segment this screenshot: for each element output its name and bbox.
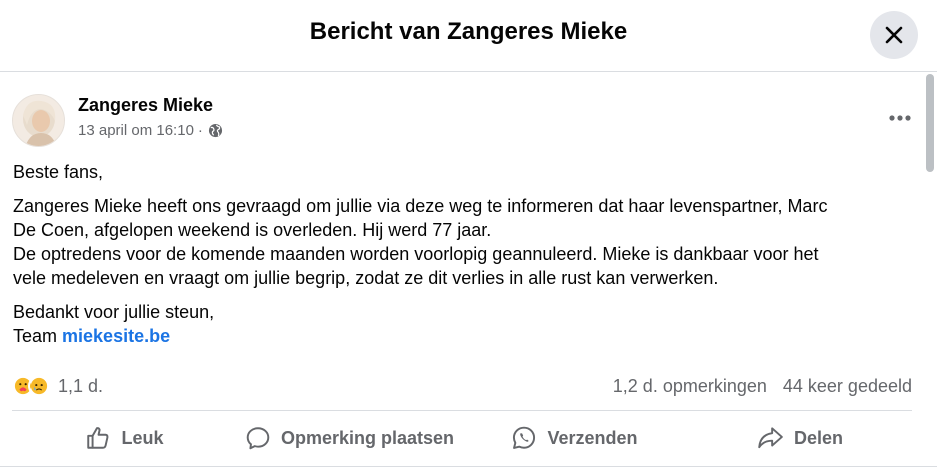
post-meta: 13 april om 16:10 ·	[78, 122, 223, 139]
comments-count[interactable]: 1,2 d. opmerkingen	[613, 376, 767, 397]
meta-separator: ·	[197, 122, 203, 139]
comment-label: Opmerking plaatsen	[280, 427, 455, 448]
share-icon	[758, 427, 783, 449]
post-body: Beste fans, Zangeres Mieke heeft ons gev…	[13, 160, 918, 348]
post-closing-line: Bedankt voor jullie steun,	[13, 302, 215, 322]
author-name[interactable]: Zangeres Mieke	[78, 95, 213, 116]
actions-divider	[12, 410, 912, 411]
dialog-header: Bericht van Zangeres Mieke	[0, 0, 937, 72]
reaction-count[interactable]: 1,1 d.	[58, 376, 103, 397]
send-label: Verzenden	[547, 427, 638, 448]
share-button[interactable]: Delen	[687, 414, 912, 462]
post-greeting: Beste fans,	[13, 162, 104, 182]
post-text-line: Zangeres Mieke heeft ons gevraagd om jul…	[13, 196, 828, 216]
thumbs-up-icon	[87, 427, 109, 449]
post-text-line: De optredens voor de komende maanden wor…	[13, 244, 819, 264]
author-avatar[interactable]	[12, 94, 65, 147]
post-text-line: vele medeleven en vraagt om jullie begri…	[13, 268, 719, 288]
whatsapp-icon	[513, 426, 536, 449]
miekesite-link[interactable]: miekesite.be	[62, 326, 170, 346]
dialog-title: Bericht van Zangeres Mieke	[309, 18, 628, 45]
close-button[interactable]	[870, 11, 918, 59]
post-header: Zangeres Mieke 13 april om 16:10 ·	[12, 92, 912, 148]
post-timestamp[interactable]: 13 april om 16:10	[78, 122, 194, 139]
comment-button[interactable]: Opmerking plaatsen	[237, 414, 462, 462]
send-button[interactable]: Verzenden	[462, 414, 687, 462]
sad-reaction-icon	[28, 375, 50, 397]
scrollbar-thumb[interactable]	[926, 74, 934, 172]
post-actions: Leuk Opmerking plaatsen Verzenden Delen	[12, 414, 912, 462]
like-button[interactable]: Leuk	[12, 414, 237, 462]
footer-divider	[0, 466, 937, 467]
engagement-stats: 1,2 d. opmerkingen 44 keer gedeeld	[613, 376, 912, 397]
signature-prefix: Team	[13, 326, 63, 346]
like-label: Leuk	[121, 427, 164, 448]
reactions-summary[interactable]: 1,1 d.	[12, 375, 103, 397]
close-icon	[885, 26, 903, 44]
more-horizontal-icon	[889, 115, 911, 121]
post-stats: 1,1 d. 1,2 d. opmerkingen 44 keer gedeel…	[12, 375, 912, 401]
shares-count[interactable]: 44 keer gedeeld	[783, 376, 912, 397]
share-label: Delen	[793, 427, 844, 448]
comment-icon	[246, 427, 270, 450]
post-text-line: De Coen, afgelopen weekend is overleden.…	[13, 220, 492, 240]
post-signature: Team miekesite.be	[13, 324, 918, 348]
more-options-button[interactable]	[886, 104, 914, 132]
globe-icon	[208, 123, 222, 138]
